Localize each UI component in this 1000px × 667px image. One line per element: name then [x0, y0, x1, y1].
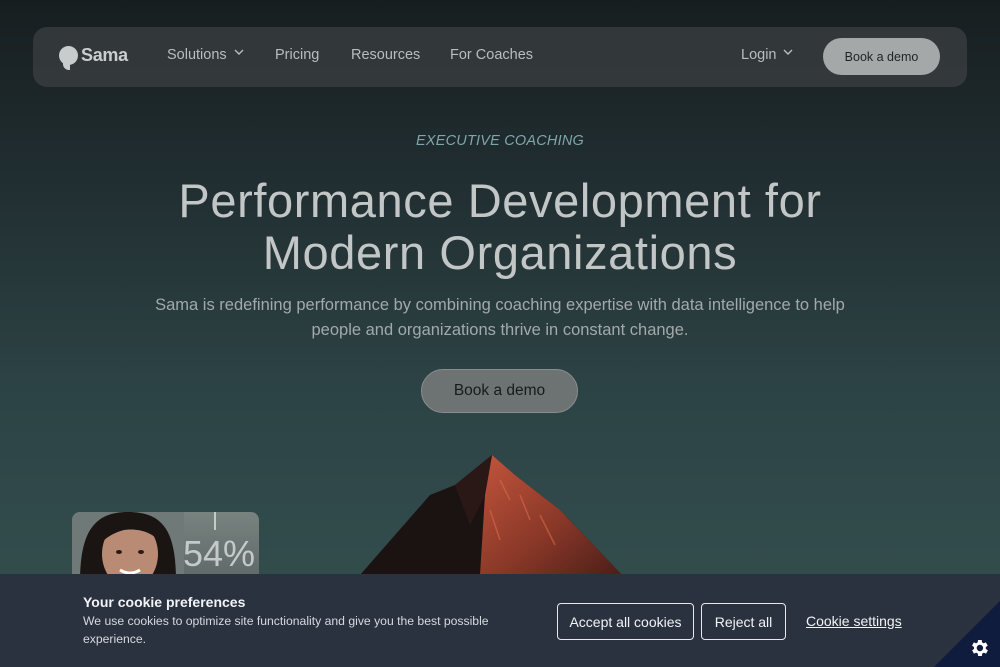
- nav-solutions[interactable]: Solutions: [167, 47, 244, 63]
- cookie-banner: Your cookie preferences We use cookies t…: [0, 574, 1000, 667]
- nav-resources[interactable]: Resources: [351, 47, 420, 63]
- logo-icon: [59, 46, 78, 70]
- nav-login-label: Login: [741, 47, 777, 63]
- corner-triangle: [934, 601, 1000, 667]
- headline-line-1: Performance Development for: [178, 174, 822, 227]
- logo[interactable]: Sama: [59, 45, 128, 70]
- nav-login[interactable]: Login: [741, 47, 793, 63]
- stat-divider: [214, 512, 216, 530]
- gear-icon: [972, 640, 988, 656]
- top-navigation: Sama Solutions Pricing Resources For Coa…: [33, 27, 967, 87]
- headline-line-2: Modern Organizations: [262, 226, 738, 279]
- book-demo-nav-button[interactable]: Book a demo: [823, 38, 940, 75]
- nav-pricing-label: Pricing: [275, 47, 320, 63]
- nav-for-coaches[interactable]: For Coaches: [450, 47, 533, 63]
- cookie-title: Your cookie preferences: [83, 594, 246, 610]
- hero-subhead: Sama is redefining performance by combin…: [155, 296, 845, 339]
- accept-all-cookies-button[interactable]: Accept all cookies: [557, 603, 694, 640]
- chevron-down-icon: [234, 47, 244, 57]
- hero-eyebrow: EXECUTIVE COACHING: [416, 133, 584, 149]
- nav-resources-label: Resources: [351, 47, 421, 63]
- mountain-image: [360, 455, 622, 575]
- cookie-settings-link[interactable]: Cookie settings: [806, 613, 902, 629]
- nav-pricing[interactable]: Pricing: [275, 47, 319, 63]
- nav-solutions-label: Solutions: [167, 47, 227, 63]
- book-demo-hero-button[interactable]: Book a demo: [421, 369, 578, 413]
- cookie-preferences-toggle[interactable]: [934, 601, 1000, 667]
- reject-all-button[interactable]: Reject all: [701, 603, 786, 640]
- profile-stat-card: 54%: [72, 512, 259, 582]
- logo-text: Sama: [81, 45, 128, 65]
- nav-for-coaches-label: For Coaches: [450, 47, 534, 63]
- chevron-down-icon: [783, 47, 793, 57]
- cookie-description: We use cookies to optimize site function…: [83, 614, 489, 646]
- stat-value: 54%: [183, 533, 256, 574]
- portrait-image: [72, 512, 184, 582]
- hero-headline: Performance Development for Modern Organ…: [0, 175, 1000, 279]
